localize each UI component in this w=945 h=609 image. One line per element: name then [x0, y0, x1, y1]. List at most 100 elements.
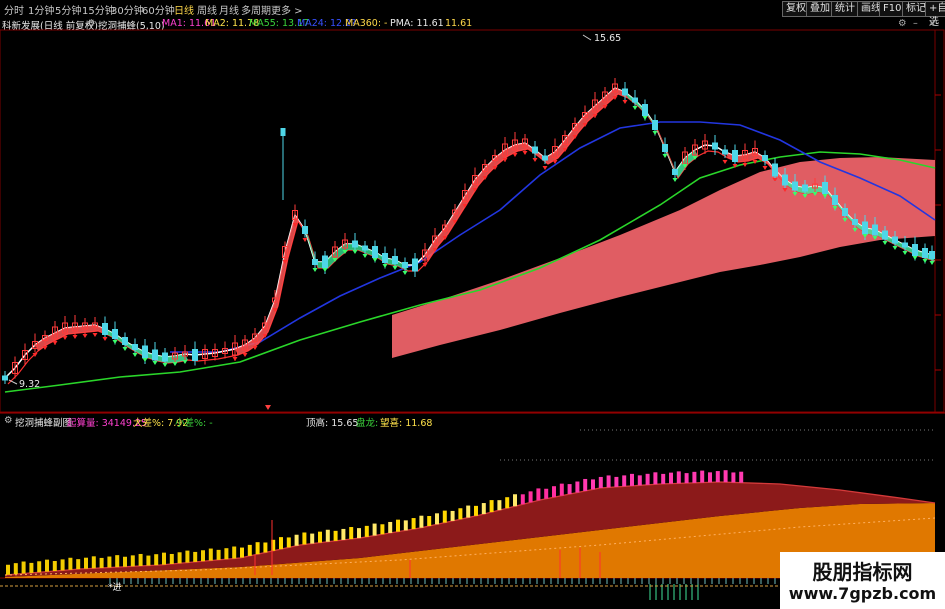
sub-bar-47: [372, 523, 377, 536]
low-price-label: 9.32: [19, 379, 40, 390]
candle-body-77: [772, 163, 778, 177]
candle-body-36: [362, 245, 368, 251]
sub-bar-50: [396, 519, 400, 532]
wangxi-value: 望喜: 11.68: [380, 418, 433, 429]
sub-bar-32: [255, 542, 260, 555]
candle-body-82: [822, 182, 828, 194]
candle-body-14: [142, 345, 148, 359]
sub-bar-70: [552, 486, 556, 498]
arrow-down-65: [652, 131, 658, 135]
candle-body-54: [542, 155, 548, 161]
candle-body-87: [872, 224, 878, 236]
sub-bar-88: [692, 471, 697, 483]
sub-bar-48: [380, 524, 385, 535]
sub-bar-74: [583, 478, 588, 491]
sub-bar-79: [622, 475, 627, 487]
sub-bar-55: [435, 513, 439, 525]
sub-bar-20: [162, 552, 166, 565]
sub-bar-16: [130, 555, 135, 567]
sub-bar-38: [302, 532, 307, 545]
sub-bar-53: [419, 515, 424, 528]
candle-body-64: [642, 104, 648, 116]
arrow-down-15: [152, 361, 158, 365]
sub-bar-9: [76, 559, 81, 570]
arrow-down-35: [352, 250, 358, 254]
ribbon-up-3: [425, 88, 628, 261]
arrow-down-40: [402, 271, 408, 275]
sub-bar-59: [466, 505, 471, 518]
sub-bar-77: [606, 475, 611, 488]
sub-bar-94: [739, 471, 744, 483]
arrow-up-10: [102, 337, 108, 341]
arrow-up-52: [522, 151, 528, 155]
watermark-url: www.7gpzb.com: [788, 584, 937, 603]
sub-bar-11: [91, 556, 96, 569]
sub-bar-36: [286, 537, 291, 548]
sub-bar-14: [115, 555, 120, 568]
sub-bar-35: [279, 537, 283, 550]
candle-body-30: [302, 226, 308, 234]
sub-bar-10: [84, 557, 88, 569]
arrow-down-12: [122, 347, 128, 351]
sub-bar-72: [567, 484, 572, 495]
candle-body-85: [852, 219, 858, 225]
candle-body-84: [842, 208, 848, 216]
dinggao-value: 顶高: 15.65: [306, 418, 359, 429]
candle-body-91: [912, 244, 918, 256]
arrow-down-16: [162, 363, 168, 367]
arrow-down-32: [322, 268, 328, 272]
sub-bar-5: [45, 559, 49, 572]
sub-bar-52: [411, 518, 416, 530]
sub-bar-90: [708, 472, 712, 483]
candle-body-35: [352, 240, 358, 248]
arrow-down-37: [372, 258, 378, 262]
arrow-down-31: [312, 268, 318, 272]
sub-bar-80: [630, 473, 634, 486]
arrow-down-64: [642, 116, 648, 120]
sub-bar-66: [520, 494, 525, 505]
candle-body-71: [712, 142, 718, 150]
arrow-down-38: [382, 264, 388, 268]
sub-indicator-title[interactable]: 挖洞捕蜂副图: [15, 415, 72, 429]
kline-chart[interactable]: *进 15.65 9.32: [0, 0, 945, 609]
sub-bar-23: [185, 550, 190, 563]
arrow-up-53: [532, 158, 538, 162]
ribbon-up-2: [235, 215, 308, 355]
candle-body-93: [929, 251, 935, 259]
sub-bar-71: [559, 483, 564, 496]
sub-bar-73: [575, 481, 580, 493]
sub-bar-93: [731, 472, 736, 483]
arrow-up-72: [722, 160, 728, 164]
candle-body-11: [112, 329, 118, 339]
candle-body-90: [902, 242, 908, 248]
arrow-down-90: [902, 251, 908, 255]
candle-body-63: [632, 97, 638, 103]
candle-body-79: [792, 181, 798, 191]
sub-bar-37: [294, 534, 299, 546]
arrow-up-24: [242, 353, 248, 357]
candle-body-31: [312, 259, 318, 265]
sub-bar-31: [247, 544, 252, 556]
sub-bar-65: [513, 494, 517, 507]
arrow-up-5: [52, 341, 58, 345]
sub-bar-15: [123, 556, 127, 567]
sub-bar-84: [661, 473, 666, 484]
candle-body-92: [922, 248, 928, 258]
candle-body-65: [652, 120, 658, 130]
arrow-down-36: [362, 254, 368, 258]
candle-body-62: [622, 88, 628, 96]
arrow-up-76: [762, 166, 768, 170]
candle-body-40: [402, 262, 408, 268]
sub-bar-7: [60, 559, 65, 571]
candle-body-53: [532, 146, 538, 154]
sub-chart-legend: ⚙ 挖洞捕蜂副图 起算量: 34149.25 大差%: 7.92 小差%: - …: [0, 414, 945, 429]
sub-bar-19: [154, 554, 159, 566]
candle-body-80: [802, 184, 808, 192]
xiaocha-value: 小差%: -: [175, 418, 213, 429]
sub-bar-91: [715, 471, 720, 483]
sub-settings-icon[interactable]: ⚙: [4, 415, 13, 426]
sub-bar-92: [723, 470, 728, 483]
sub-bar-6: [52, 561, 57, 572]
arrow-up-7: [72, 335, 78, 339]
arrow-down-91: [912, 256, 918, 260]
